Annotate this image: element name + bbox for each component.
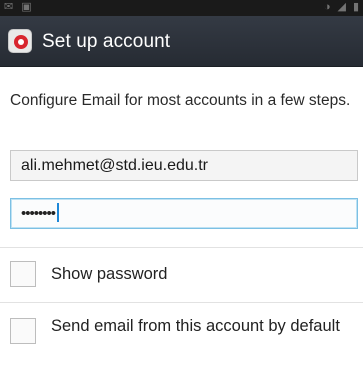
intro-text: Configure Email for most accounts in a f… xyxy=(10,92,351,109)
battery-icon: ▮ xyxy=(352,1,359,13)
default-account-checkbox[interactable] xyxy=(10,318,36,344)
show-password-label[interactable]: Show password xyxy=(51,263,167,285)
divider xyxy=(0,247,363,248)
email-app-logo xyxy=(14,35,28,49)
status-right-icons: ◑ ◢ ▮ xyxy=(324,1,359,14)
text-cursor xyxy=(57,203,60,223)
wifi-icon: ◑ xyxy=(323,1,331,13)
signal-icon: ◢ xyxy=(337,1,346,13)
email-field-value: ali.mehmet@std.ieu.edu.tr xyxy=(21,157,208,174)
image-icon: ▣ xyxy=(21,1,32,13)
notification-icon: ✉ xyxy=(4,1,14,13)
default-account-label[interactable]: Send email from this account by default xyxy=(51,315,351,337)
page-title: Set up account xyxy=(42,31,171,52)
password-field[interactable]: •••••••• xyxy=(10,198,358,229)
show-password-checkbox[interactable] xyxy=(10,261,36,287)
status-left-icons: ✉ ▣ xyxy=(4,1,32,14)
status-bar: ✉ ▣ ◑ ◢ ▮ xyxy=(0,0,363,16)
password-field-value: •••••••• xyxy=(21,205,56,222)
email-field[interactable]: ali.mehmet@std.ieu.edu.tr xyxy=(10,150,358,181)
divider xyxy=(0,302,363,303)
action-bar: Set up account xyxy=(0,16,363,67)
email-app-icon[interactable] xyxy=(8,29,32,53)
